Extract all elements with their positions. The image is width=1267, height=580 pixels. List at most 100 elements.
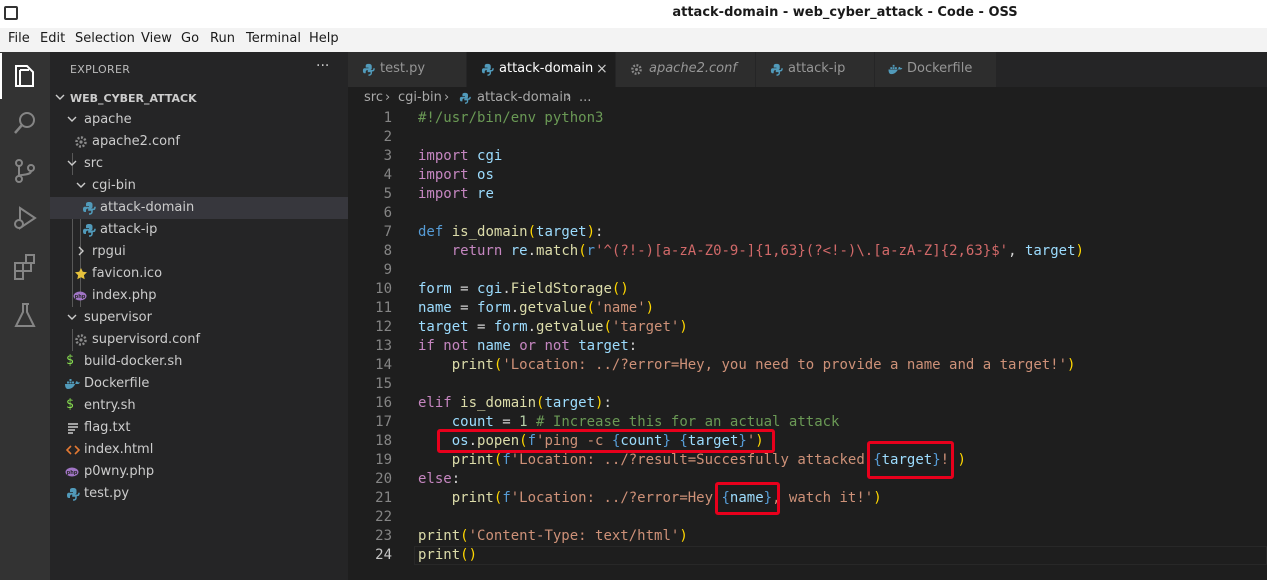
code-line: print('Location: ../?error=Hey, you need… bbox=[451, 357, 1076, 373]
files-icon[interactable] bbox=[0, 53, 40, 99]
breadcrumb-cgi-bin[interactable]: cgi-bin bbox=[398, 90, 442, 105]
python-file-icon bbox=[481, 63, 494, 76]
code-editor[interactable]: 1 2 3 4 5 6 7 8 9 10 11 12 13 14 15 16 1… bbox=[348, 109, 1267, 580]
tree-file-index-html[interactable]: index.html bbox=[50, 439, 348, 461]
tree-item-label: src bbox=[84, 156, 103, 171]
menu-run[interactable]: Run bbox=[210, 31, 235, 46]
menu-file[interactable]: File bbox=[8, 31, 30, 46]
line-number: 8 bbox=[383, 243, 392, 259]
python-file-icon bbox=[362, 63, 375, 76]
menu-terminal[interactable]: Terminal bbox=[246, 31, 301, 46]
tab-label: Dockerfile bbox=[907, 61, 973, 76]
tree-file-entry-sh[interactable]: $ entry.sh bbox=[50, 395, 348, 417]
code-line: form = cgi.FieldStorage() bbox=[418, 281, 629, 297]
code-line: target = form.getvalue('target') bbox=[418, 319, 688, 335]
gear-icon bbox=[75, 136, 87, 148]
extensions-icon[interactable] bbox=[10, 252, 40, 282]
line-number: 2 bbox=[383, 129, 392, 145]
tab-label: apache2.conf bbox=[649, 61, 737, 76]
line-number: 4 bbox=[383, 167, 392, 183]
chevron-down-icon bbox=[55, 94, 65, 100]
shell-file-icon: $ bbox=[66, 397, 74, 412]
tree-item-label: build-docker.sh bbox=[84, 354, 183, 369]
editor-tabs: test.py attack-domain × apache2.conf att… bbox=[348, 52, 1267, 87]
line-number: 5 bbox=[383, 186, 392, 202]
tab-label: attack-domain bbox=[499, 61, 594, 76]
breadcrumb-symbols[interactable]: ... bbox=[579, 90, 591, 105]
tree-file-dockerfile[interactable]: Dockerfile bbox=[50, 373, 348, 395]
line-number: 3 bbox=[383, 148, 392, 164]
tab-label: test.py bbox=[380, 61, 426, 76]
tree-file-favicon[interactable]: favicon.ico bbox=[50, 263, 348, 285]
code-line: return re.match(r'^(?!-)[a-zA-Z0-9-]{1,6… bbox=[451, 243, 1084, 259]
tree-folder-src[interactable]: src bbox=[50, 153, 348, 175]
line-number: 11 bbox=[375, 300, 392, 316]
highlight-box-popen bbox=[437, 429, 775, 453]
line-number: 15 bbox=[375, 376, 392, 392]
tab-attack-domain[interactable]: attack-domain × bbox=[467, 52, 616, 87]
tree-folder-apache[interactable]: apache bbox=[50, 109, 348, 131]
search-icon[interactable] bbox=[10, 108, 40, 138]
gear-icon bbox=[631, 64, 642, 75]
html-file-icon bbox=[66, 445, 80, 455]
menu-help[interactable]: Help bbox=[309, 31, 339, 46]
tree-file-test-py[interactable]: test.py bbox=[50, 483, 348, 505]
tree-item-label: index.html bbox=[84, 442, 154, 457]
line-number: 24 bbox=[375, 547, 392, 563]
window-title: attack-domain - web_cyber_attack - Code … bbox=[672, 5, 1018, 20]
menu-selection[interactable]: Selection bbox=[75, 31, 135, 46]
tree-file-flag-txt[interactable]: flag.txt bbox=[50, 417, 348, 439]
tab-test-py[interactable]: test.py bbox=[348, 52, 467, 87]
tree-folder-rpgui[interactable]: rpgui bbox=[50, 241, 348, 263]
run-debug-icon[interactable] bbox=[10, 203, 40, 233]
tree-file-apache2-conf[interactable]: apache2.conf bbox=[50, 131, 348, 153]
svg-text:php: php bbox=[67, 470, 78, 476]
project-name: WEB_CYBER_ATTACK bbox=[70, 92, 197, 105]
menu-go[interactable]: Go bbox=[181, 31, 199, 46]
tab-attack-ip[interactable]: attack-ip bbox=[756, 52, 875, 87]
python-file-icon bbox=[459, 92, 471, 104]
tree-item-label: test.py bbox=[84, 486, 130, 501]
line-number: 20 bbox=[375, 471, 392, 487]
testing-icon[interactable] bbox=[10, 300, 40, 330]
breadcrumb-separator: › bbox=[385, 90, 391, 105]
tab-apache2-conf[interactable]: apache2.conf bbox=[616, 52, 756, 87]
code-line: elif is_domain(target): bbox=[418, 395, 612, 411]
tree-item-label: index.php bbox=[92, 288, 157, 303]
line-number: 1 bbox=[383, 110, 392, 126]
breadcrumb-separator: › bbox=[566, 90, 572, 105]
breadcrumb-src[interactable]: src bbox=[364, 90, 383, 105]
tree-item-label: flag.txt bbox=[84, 420, 131, 435]
tree-item-label: entry.sh bbox=[84, 398, 136, 413]
tree-item-label: apache2.conf bbox=[92, 134, 180, 149]
code-line: count = 1 # Increase this for an actual … bbox=[451, 414, 840, 430]
tab-dockerfile[interactable]: Dockerfile bbox=[875, 52, 997, 87]
menu-edit[interactable]: Edit bbox=[40, 31, 65, 46]
code-line: def is_domain(target): bbox=[418, 224, 604, 240]
tree-file-index-php[interactable]: php index.php bbox=[50, 285, 348, 307]
tree-item-label: attack-ip bbox=[100, 222, 158, 237]
source-control-icon[interactable] bbox=[10, 156, 40, 186]
tree-folder-supervisor[interactable]: supervisor bbox=[50, 307, 348, 329]
breadcrumb-attack-domain[interactable]: attack-domain bbox=[477, 90, 571, 105]
tree-file-attack-ip[interactable]: attack-ip bbox=[50, 219, 348, 241]
tree-file-supervisord-conf[interactable]: supervisord.conf bbox=[50, 329, 348, 351]
tree-item-label: Dockerfile bbox=[84, 376, 150, 391]
code-line: name = form.getvalue('name') bbox=[418, 300, 655, 316]
python-file-icon bbox=[83, 224, 96, 237]
current-line-highlight bbox=[414, 546, 1267, 565]
more-actions-icon[interactable]: ··· bbox=[316, 58, 329, 74]
tree-file-p0wny-php[interactable]: php p0wny.php bbox=[50, 461, 348, 483]
tree-item-label: supervisord.conf bbox=[92, 332, 201, 347]
code-line: import os bbox=[418, 167, 494, 183]
line-number: 16 bbox=[375, 395, 392, 411]
line-number: 14 bbox=[375, 357, 392, 373]
php-file-icon: php bbox=[73, 291, 87, 301]
close-icon[interactable]: × bbox=[596, 61, 608, 77]
tree-file-attack-domain[interactable]: attack-domain bbox=[50, 197, 348, 219]
project-root[interactable]: WEB_CYBER_ATTACK bbox=[50, 87, 348, 109]
tree-folder-cgi-bin[interactable]: cgi-bin bbox=[50, 175, 348, 197]
menu-view[interactable]: View bbox=[141, 31, 172, 46]
code-line: print(f'Location: ../?error=Hey {name}, … bbox=[451, 490, 882, 506]
tree-file-build-docker[interactable]: $ build-docker.sh bbox=[50, 351, 348, 373]
